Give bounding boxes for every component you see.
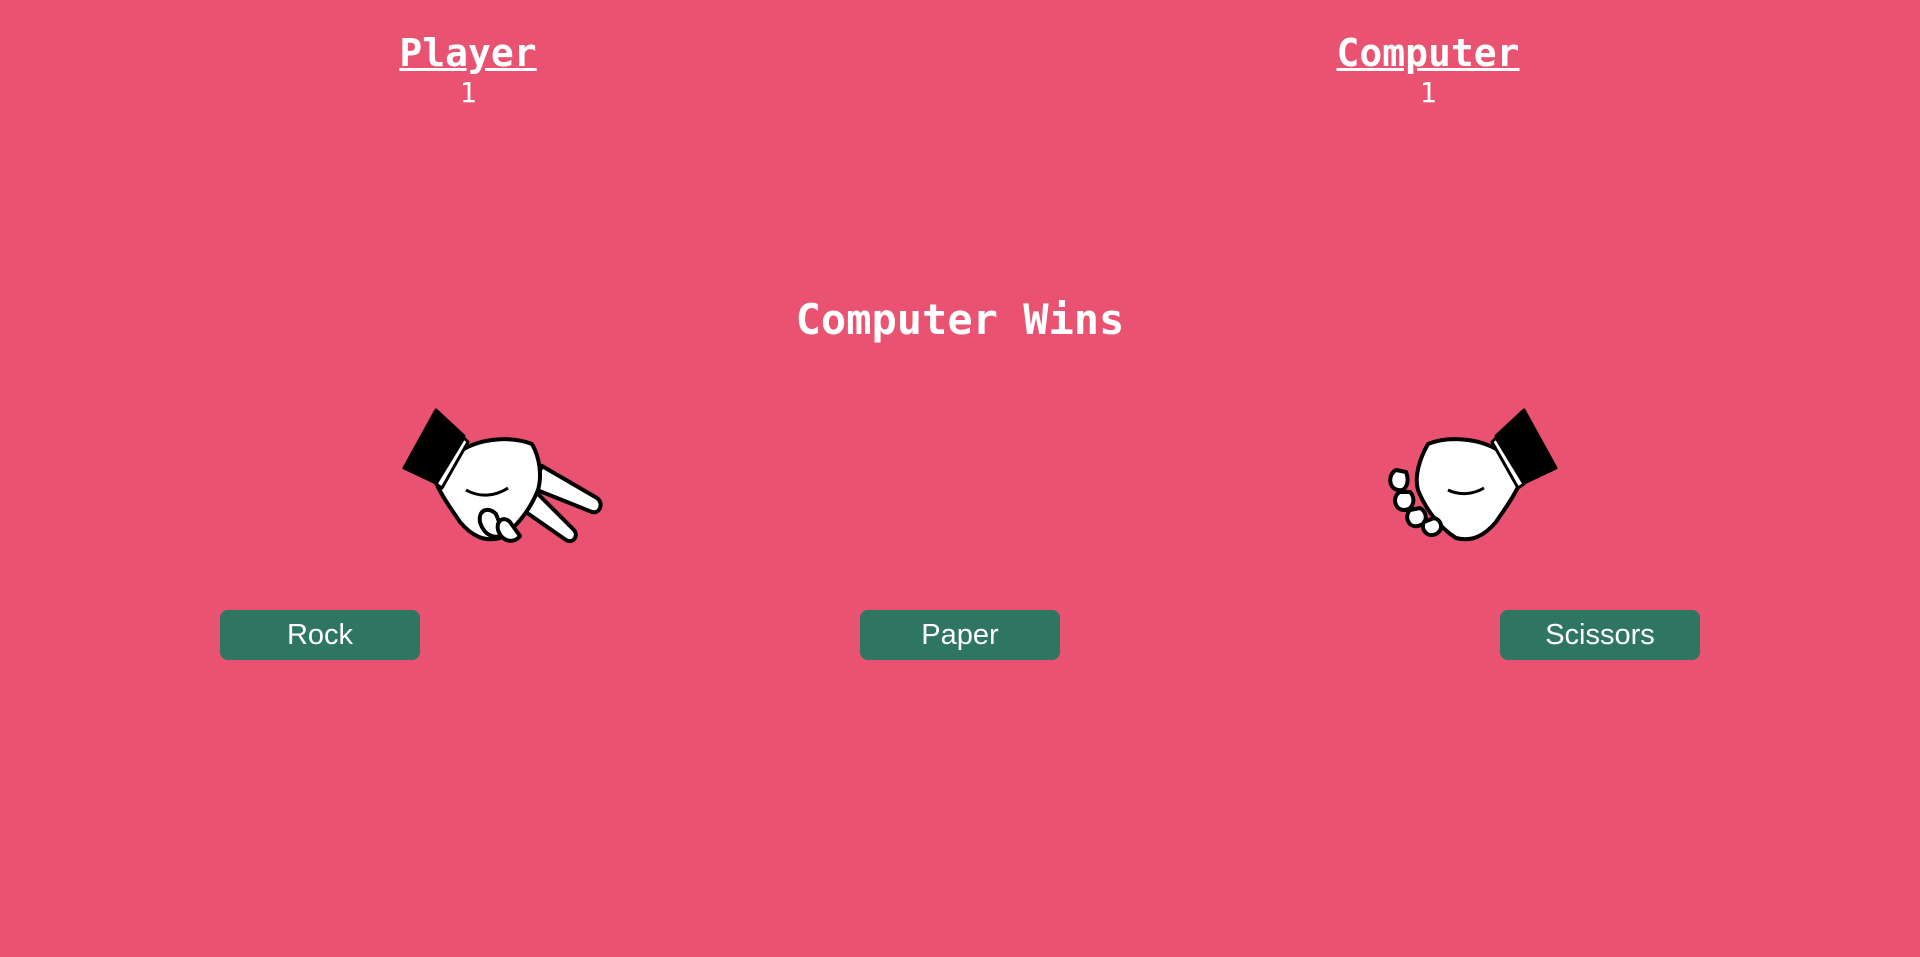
computer-label: Computer: [1336, 31, 1520, 75]
player-label: Player: [399, 31, 537, 75]
paper-button[interactable]: Paper: [860, 610, 1060, 660]
rock-button[interactable]: Rock: [220, 610, 420, 660]
player-score-panel: Player 1: [318, 30, 618, 110]
computer-hand: [1348, 398, 1568, 558]
computer-score: 1: [1419, 76, 1437, 109]
round-result: Computer Wins: [795, 295, 1125, 344]
rock-fist-icon: [1388, 408, 1558, 542]
player-score: 1: [459, 76, 477, 109]
player-hand: [392, 398, 612, 558]
scissors-hand-icon: [402, 408, 603, 543]
computer-score-panel: Computer 1: [1278, 30, 1578, 110]
scissors-button[interactable]: Scissors: [1500, 610, 1700, 660]
